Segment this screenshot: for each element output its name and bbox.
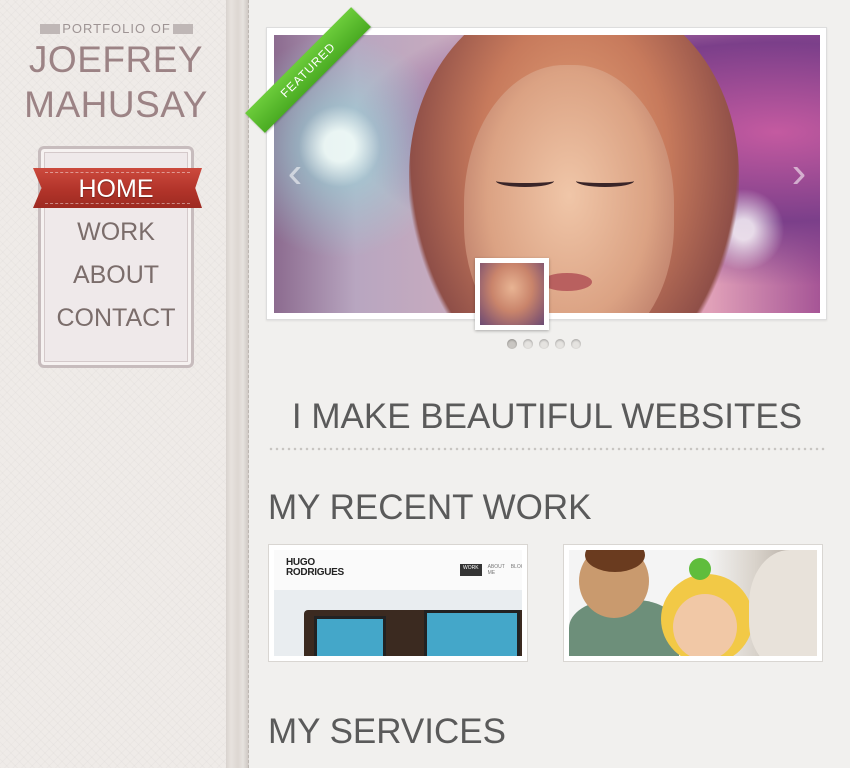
thumbnail-image	[480, 263, 544, 325]
recent-work-heading: MY RECENT WORK	[268, 488, 592, 527]
slide-lips	[542, 273, 592, 291]
work-thumbnail: HUGO RODRIGUES WORK ABOUT ME BLOG	[274, 550, 522, 656]
thumbnail-logo: HUGO RODRIGUES	[286, 557, 344, 578]
chevron-left-icon[interactable]: ‹	[282, 151, 308, 195]
chameleon	[689, 558, 711, 580]
pagination-dot-4[interactable]	[555, 339, 565, 349]
thumbnail-nav: WORK ABOUT ME BLOG	[460, 564, 522, 576]
sidebar: PORTFOLIO OF JOEFREY MAHUSAY HOME WORK A…	[0, 0, 226, 768]
work-item-hugo-rodrigues[interactable]: HUGO RODRIGUES WORK ABOUT ME BLOG	[268, 544, 528, 662]
slide-eye-right	[576, 175, 634, 187]
nav-item-about[interactable]: ABOUT	[0, 260, 232, 290]
slide-eye-left	[496, 175, 554, 187]
tagline-divider	[268, 446, 826, 452]
device-screen-large	[424, 610, 520, 656]
owner-first-name: JOEFREY	[28, 39, 204, 80]
pagination-dot-2[interactable]	[523, 339, 533, 349]
pagination-dot-1[interactable]	[507, 339, 517, 349]
horse	[749, 550, 817, 656]
owner-last-name: MAHUSAY	[24, 84, 208, 125]
kicker-bar: PORTFOLIO OF	[40, 21, 193, 36]
pagination-dot-5[interactable]	[571, 339, 581, 349]
work-item-illustration[interactable]	[563, 544, 823, 662]
tagline: I MAKE BEAUTIFUL WEBSITES	[291, 397, 803, 436]
services-heading: MY SERVICES	[268, 712, 506, 751]
nav-item-home[interactable]: HOME	[0, 174, 232, 204]
slider-pagination	[507, 339, 581, 349]
character-face	[673, 594, 737, 656]
pagination-dot-3[interactable]	[539, 339, 549, 349]
sidebar-divider	[226, 0, 249, 768]
nav-item-work[interactable]: WORK	[0, 217, 232, 247]
work-thumbnail	[569, 550, 817, 656]
kicker-label: PORTFOLIO OF	[60, 21, 173, 36]
thumbnail-devices	[304, 610, 522, 656]
chevron-right-icon[interactable]: ›	[786, 151, 812, 195]
nav-item-contact[interactable]: CONTACT	[0, 303, 232, 333]
slide-thumbnail[interactable]	[475, 258, 549, 330]
device-screen-small	[314, 616, 386, 656]
